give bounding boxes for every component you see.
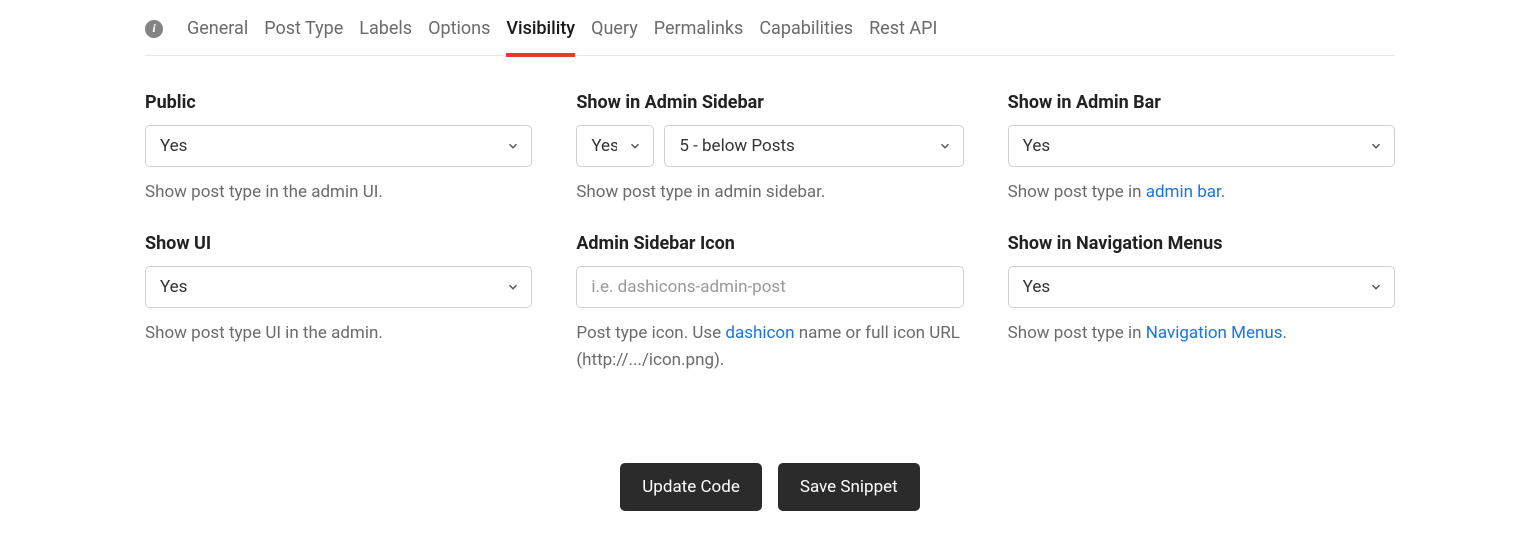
- admin-sidebar-icon-input[interactable]: [576, 266, 963, 308]
- tab-rest-api[interactable]: Rest API: [869, 18, 937, 56]
- update-code-button[interactable]: Update Code: [620, 463, 762, 511]
- tab-options[interactable]: Options: [428, 18, 490, 56]
- tab-labels[interactable]: Labels: [359, 18, 412, 56]
- settings-panel: i General Post Type Labels Options Visib…: [0, 0, 1540, 521]
- admin-bar-link[interactable]: admin bar: [1146, 182, 1221, 202]
- help-text-show-admin-bar: Show post type in admin bar.: [1008, 179, 1395, 205]
- field-show-admin-bar: Show in Admin Bar Yes Show post type in …: [1008, 92, 1395, 205]
- field-label-show-ui: Show UI: [145, 233, 532, 254]
- tab-query[interactable]: Query: [591, 18, 638, 56]
- field-show-admin-sidebar: Show in Admin Sidebar Yes 5 - below Post…: [576, 92, 963, 205]
- field-label-show-nav-menus: Show in Navigation Menus: [1008, 233, 1395, 254]
- public-select[interactable]: Yes: [145, 125, 532, 167]
- help-text-show-ui: Show post type UI in the admin.: [145, 320, 532, 346]
- tab-permalinks[interactable]: Permalinks: [654, 18, 744, 56]
- show-admin-sidebar-position-select[interactable]: 5 - below Posts: [664, 125, 963, 167]
- tabs-bar: i General Post Type Labels Options Visib…: [145, 0, 1395, 56]
- help-text-admin-sidebar-icon: Post type icon. Use dashicon name or ful…: [576, 320, 963, 373]
- navigation-menus-link[interactable]: Navigation Menus: [1146, 323, 1283, 343]
- tab-post-type[interactable]: Post Type: [264, 18, 343, 56]
- show-nav-menus-select[interactable]: Yes: [1008, 266, 1395, 308]
- field-label-public: Public: [145, 92, 532, 113]
- field-show-ui: Show UI Yes Show post type UI in the adm…: [145, 233, 532, 373]
- field-show-nav-menus: Show in Navigation Menus Yes Show post t…: [1008, 233, 1395, 373]
- help-text-show-nav-menus: Show post type in Navigation Menus.: [1008, 320, 1395, 346]
- field-label-show-admin-bar: Show in Admin Bar: [1008, 92, 1395, 113]
- tab-general[interactable]: General: [187, 18, 248, 56]
- help-text-show-admin-sidebar: Show post type in admin sidebar.: [576, 179, 963, 205]
- info-icon[interactable]: i: [145, 20, 163, 38]
- field-admin-sidebar-icon: Admin Sidebar Icon Post type icon. Use d…: [576, 233, 963, 373]
- actions-bar: Update Code Save Snippet: [145, 393, 1395, 521]
- show-ui-select[interactable]: Yes: [145, 266, 532, 308]
- field-label-admin-sidebar-icon: Admin Sidebar Icon: [576, 233, 963, 254]
- form-grid: Public Yes Show post type in the admin U…: [145, 56, 1395, 393]
- save-snippet-button[interactable]: Save Snippet: [778, 463, 920, 511]
- field-public: Public Yes Show post type in the admin U…: [145, 92, 532, 205]
- show-admin-sidebar-toggle-select[interactable]: Yes: [576, 125, 654, 167]
- dashicon-link[interactable]: dashicon: [725, 323, 794, 343]
- field-label-show-admin-sidebar: Show in Admin Sidebar: [576, 92, 963, 113]
- help-text-public: Show post type in the admin UI.: [145, 179, 532, 205]
- tab-visibility[interactable]: Visibility: [506, 18, 575, 56]
- show-admin-bar-select[interactable]: Yes: [1008, 125, 1395, 167]
- tab-capabilities[interactable]: Capabilities: [759, 18, 853, 56]
